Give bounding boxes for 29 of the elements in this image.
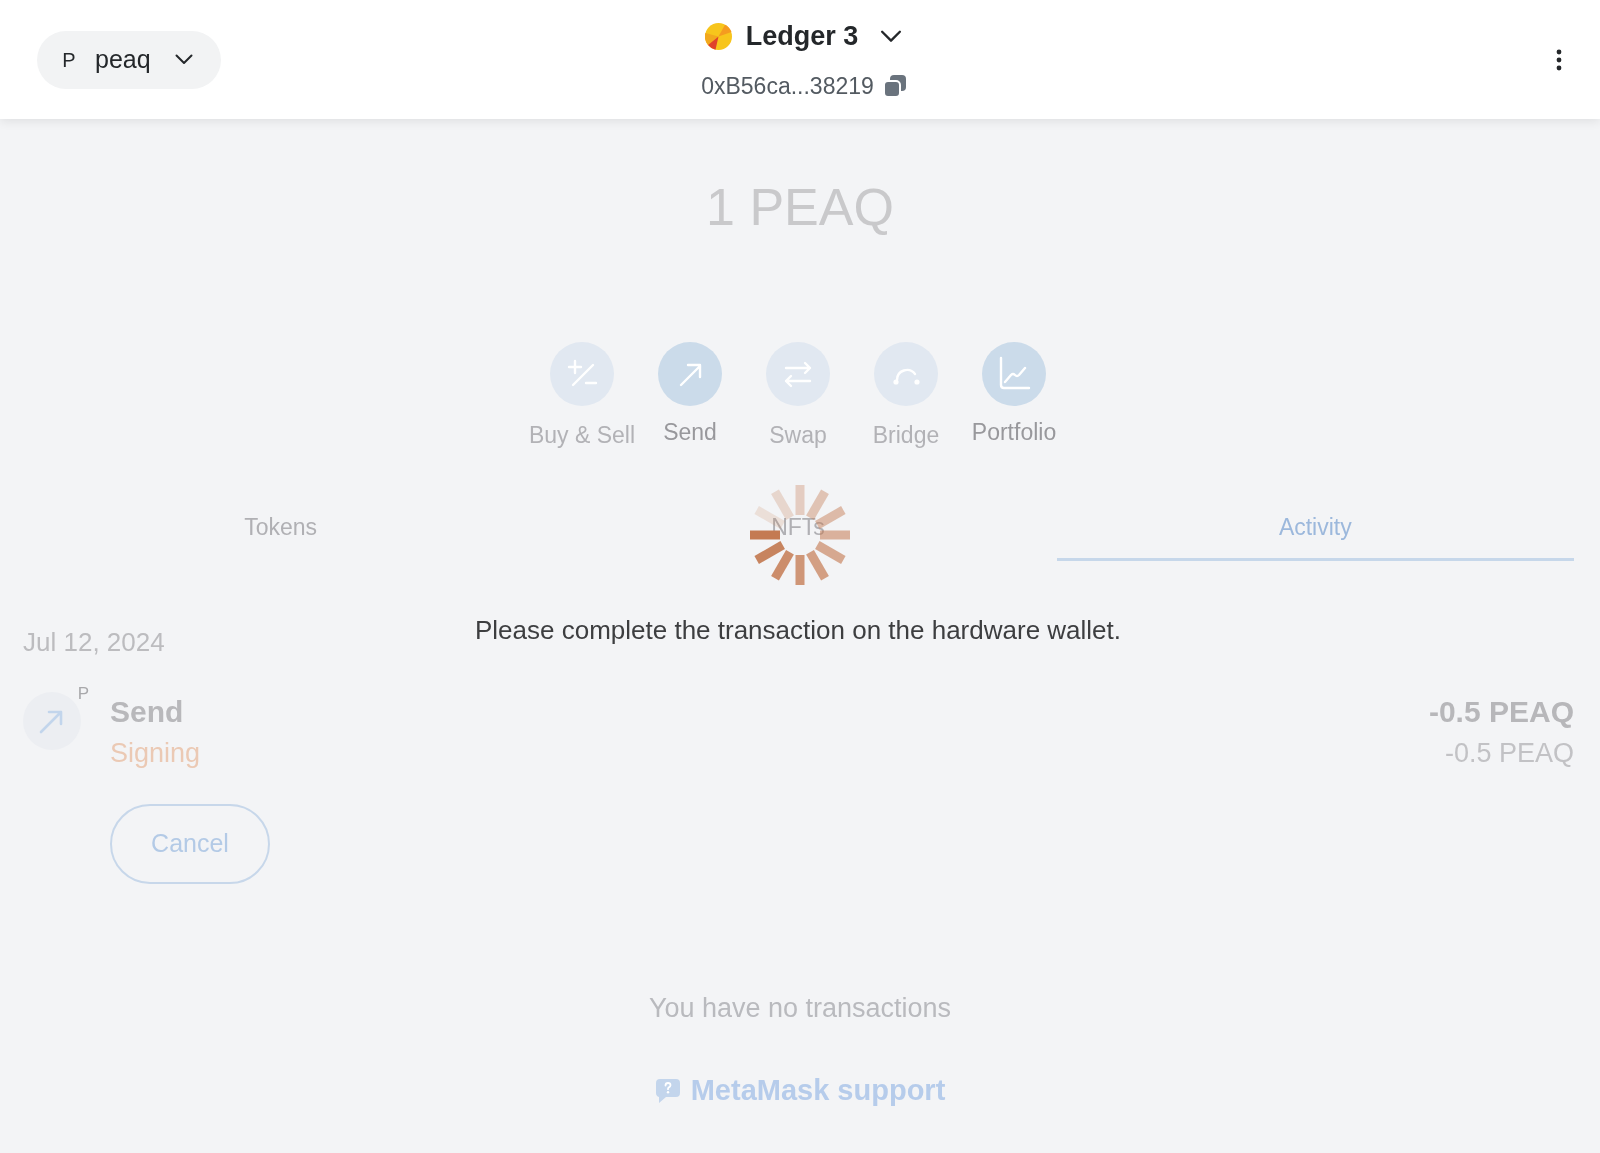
transaction-title: Send [110,694,185,730]
token-initial-label: P [77,685,89,703]
date-heading: Jul 12, 2024 [23,626,165,658]
help-chat-icon [654,1077,681,1104]
chevron-down-icon [174,54,193,65]
network-picker[interactable]: P peaq [37,30,221,89]
hardware-wallet-message: Please complete the transaction on the hardware wallet. [474,614,1121,646]
chevron-down-icon [880,29,903,43]
swap-arrows-icon [766,342,830,406]
tab[interactable]: Tokens [22,499,540,561]
cancel-button[interactable]: Cancel [110,804,270,884]
copy-icon[interactable] [883,74,906,97]
tab[interactable]: NFTs [539,499,1057,561]
account-address[interactable]: 0xB56ca...38219 [701,68,874,103]
support-link[interactable]: MetaMask support [654,1069,946,1113]
loading-spinner-icon [750,485,850,585]
send-button[interactable]: Send [636,342,744,449]
transaction-status: Signing [110,737,201,770]
plus-minus-icon [550,342,614,406]
transaction-amount: -0.5 PEAQ [1428,694,1574,730]
arrow-up-right-icon [658,342,722,406]
line-chart-icon [982,342,1046,406]
kebab-menu-icon [1556,49,1562,72]
portfolio-button[interactable]: Portfolio [960,342,1068,449]
bridge-arc-icon [874,342,938,406]
empty-state-text: You have no transactions [647,992,953,1025]
tab[interactable]: Activity [1056,499,1574,561]
account-avatar-icon [704,22,732,50]
account-picker[interactable]: Ledger 3 [704,16,903,57]
